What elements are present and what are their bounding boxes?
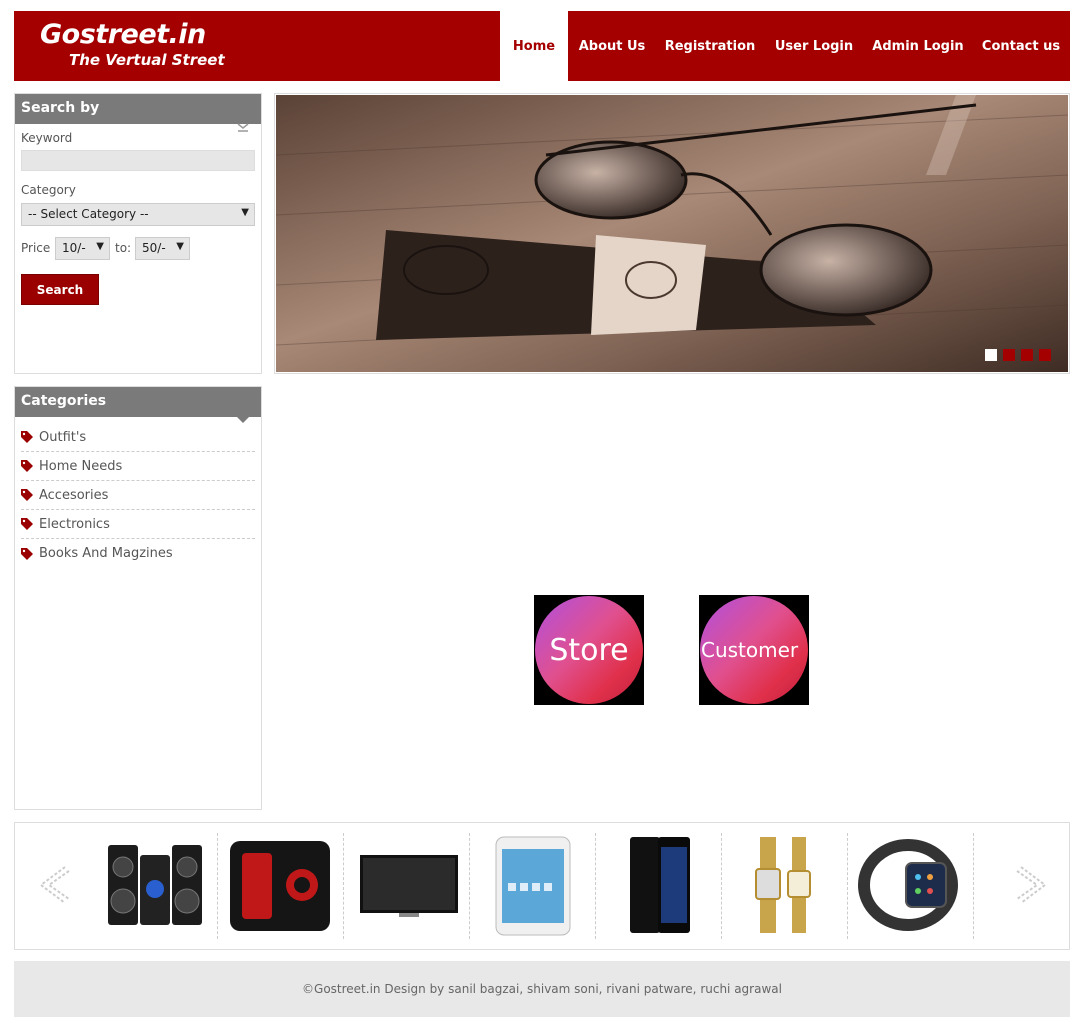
category-label: Category (21, 183, 76, 197)
chevron-down-icon (237, 123, 249, 132)
nav-registration[interactable]: Registration (656, 11, 764, 81)
product-smartwatch[interactable] (848, 833, 974, 939)
product-beats-speaker[interactable] (218, 833, 344, 939)
price-to-value: 50/- (142, 241, 166, 255)
footer: ©Gostreet.in Design by sanil bagzai, shi… (14, 961, 1070, 1017)
product-tv[interactable] (344, 833, 470, 939)
customer-button[interactable]: Customer (699, 595, 809, 705)
chevron-right-icon[interactable] (1015, 865, 1051, 905)
price-to-label: to: (115, 241, 132, 255)
tv-image (360, 855, 458, 917)
chevron-left-icon[interactable] (35, 865, 71, 905)
search-panel-title: Search by (21, 100, 100, 116)
dropdown-arrow-icon: ▼ (96, 241, 104, 252)
page: Gostreet.in The Vertual Street Home Abou… (0, 0, 1082, 1027)
category-item-label: Home Needs (39, 458, 123, 474)
dropdown-arrow-icon: ▼ (176, 241, 184, 252)
store-button[interactable]: Store (534, 595, 644, 705)
product-smartphone[interactable] (596, 833, 722, 939)
nav-admin-login[interactable]: Admin Login (864, 11, 972, 81)
nav-about-us[interactable]: About Us (568, 11, 656, 81)
categories-panel: Categories Outfit's Home Needs Accesorie… (14, 386, 262, 810)
price-to-select[interactable]: 50/- ▼ (135, 237, 190, 260)
speaker-system-image (108, 845, 202, 925)
sunglasses-photo (276, 95, 1068, 372)
category-item-accesories[interactable]: Accesories (21, 481, 255, 510)
tablet-image (495, 836, 571, 936)
category-select[interactable]: -- Select Category -- ▼ (21, 203, 255, 226)
keyword-label: Keyword (21, 131, 73, 145)
tag-icon (21, 489, 33, 501)
category-item-label: Books And Magzines (39, 546, 173, 561)
store-button-label: Store (535, 596, 643, 704)
search-panel: Search by Keyword Category -- Select Cat… (14, 93, 262, 374)
slider-dot-3[interactable] (1021, 349, 1033, 361)
footer-credit: ©Gostreet.in Design by sanil bagzai, shi… (302, 982, 782, 996)
product-carousel (14, 822, 1070, 950)
smartwatch-image (858, 839, 958, 931)
category-item-electronics[interactable]: Electronics (21, 510, 255, 539)
tag-icon (21, 431, 33, 443)
category-item-outfits[interactable]: Outfit's (21, 423, 255, 452)
categories-panel-header: Categories (15, 387, 261, 423)
categories-panel-title: Categories (21, 393, 107, 409)
search-button[interactable]: Search (21, 274, 99, 305)
nav-contact-us[interactable]: Contact us (972, 11, 1070, 81)
nav-user-login[interactable]: User Login (764, 11, 864, 81)
logo-bar[interactable]: Gostreet.in The Vertual Street (14, 11, 500, 81)
category-item-label: Accesories (39, 487, 109, 503)
category-item-label: Electronics (39, 516, 110, 532)
logo-text: Gostreet.in (40, 19, 206, 50)
keyword-input[interactable] (21, 150, 255, 171)
slide-image-sunglasses (276, 95, 1068, 372)
nav-home[interactable]: Home (500, 11, 568, 81)
product-speaker-system[interactable] (92, 833, 218, 939)
price-label: Price (21, 241, 51, 255)
smartphone-image (630, 837, 690, 933)
category-item-home-needs[interactable]: Home Needs (21, 452, 255, 481)
slider-dots (985, 349, 1051, 361)
customer-button-label: Customer (700, 596, 808, 704)
dropdown-arrow-icon: ▼ (241, 207, 249, 218)
watch-pair-image (755, 837, 811, 933)
beats-speaker-image (230, 841, 330, 931)
price-from-select[interactable]: 10/- ▼ (55, 237, 110, 260)
slider-dot-1[interactable] (985, 349, 997, 361)
tag-icon (21, 460, 33, 472)
category-select-value: -- Select Category -- (28, 207, 149, 221)
category-item-label: Outfit's (39, 429, 87, 445)
tag-icon (21, 547, 33, 560)
product-tablet[interactable] (470, 833, 596, 939)
price-from-value: 10/- (62, 241, 86, 255)
main-nav: Home About Us Registration User Login Ad… (500, 11, 1070, 81)
product-watch-pair[interactable] (722, 833, 848, 939)
search-panel-header: Search by (15, 94, 261, 132)
logo-tagline: The Vertual Street (69, 51, 225, 69)
category-item-books[interactable]: Books And Magzines (21, 539, 255, 568)
slider-dot-2[interactable] (1003, 349, 1015, 361)
hero-slider (274, 93, 1070, 374)
slider-dot-4[interactable] (1039, 349, 1051, 361)
tag-icon (21, 518, 33, 530)
